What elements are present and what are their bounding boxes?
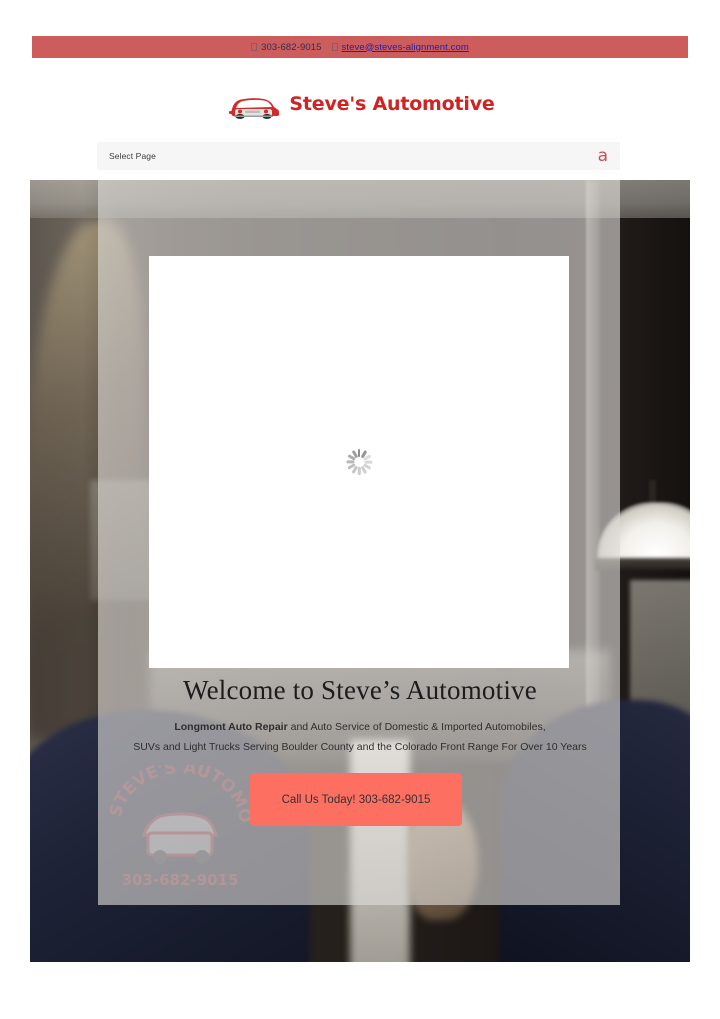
loading-spinner — [345, 448, 373, 476]
hero-subtitle-line-1: Longmont Auto Repair and Auto Service of… — [30, 721, 690, 733]
classic-car-icon — [229, 98, 280, 119]
hero-subtitle-rest: and Auto Service of Domestic & Imported … — [287, 721, 546, 733]
top-contact-bar-inner: 303-682-9015 steve@steves-alignment.com — [251, 42, 469, 53]
select-page-label[interactable]: Select Page — [109, 151, 156, 161]
hero-subtitle-line-2: SUVs and Light Trucks Serving Boulder Co… — [133, 741, 587, 753]
hero-subtitle-strong: Longmont Auto Repair — [174, 721, 288, 733]
email-link[interactable]: steve@steves-alignment.com — [331, 41, 469, 53]
slider-placeholder — [149, 256, 569, 668]
hamburger-menu-icon[interactable]: a — [598, 147, 608, 165]
envelope-icon — [331, 43, 338, 51]
phone-icon — [251, 43, 258, 51]
phone-link[interactable]: 303-682-9015 — [251, 42, 321, 53]
email-address: steve@steves-alignment.com — [341, 41, 469, 53]
phone-number: 303-682-9015 — [261, 41, 322, 53]
top-contact-bar: 303-682-9015 steve@steves-alignment.com — [32, 36, 688, 58]
page-title: Welcome to Steve’s Automotive — [183, 675, 537, 705]
page-root: 303-682-9015 steve@steves-alignment.com … — [0, 0, 720, 1019]
site-logo[interactable]: Steve's Automotive — [0, 88, 720, 120]
logo-text: Steve's Automotive — [289, 93, 495, 115]
hero-section: STEVE'S AUTOMOTIVE 303-682-9015 — [30, 180, 690, 962]
call-us-today-button[interactable]: Call Us Today! 303-682-9015 — [250, 773, 462, 826]
main-navigation-bar: Select Page a — [97, 142, 620, 170]
